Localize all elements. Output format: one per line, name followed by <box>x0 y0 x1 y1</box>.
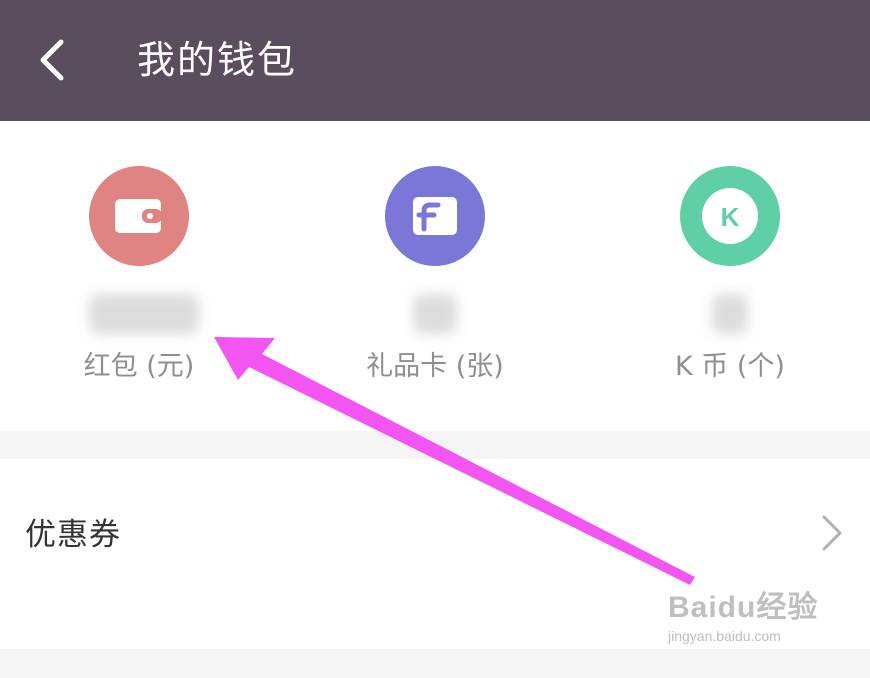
gift-card-count-blurred <box>413 294 457 334</box>
chevron-right-icon <box>822 515 842 551</box>
wallet-item-red-packet[interactable]: 红包 (元) <box>29 166 249 396</box>
k-coin-label: K 币 (个) <box>675 351 785 382</box>
gift-card-label: 礼品卡 (张) <box>366 351 504 382</box>
chevron-left-icon <box>40 39 64 81</box>
wallet-item-gift-card[interactable]: 礼品卡 (张) <box>325 166 545 396</box>
wallet-item-k-coin[interactable]: K K 币 (个) <box>620 166 840 396</box>
svg-text:K: K <box>721 202 740 232</box>
section-divider-bottom <box>0 649 870 678</box>
coupon-label: 优惠券 <box>25 517 121 553</box>
top-app-bar: 我的钱包 <box>0 0 870 121</box>
red-packet-label: 红包 (元) <box>83 351 195 382</box>
k-coin-count-blurred <box>712 294 748 334</box>
back-button[interactable] <box>22 30 82 90</box>
coupon-row[interactable]: 优惠券 <box>0 459 870 649</box>
red-packet-amount-blurred <box>89 294 199 334</box>
section-divider <box>0 431 870 459</box>
page-title: 我的钱包 <box>137 38 298 82</box>
wallet-icon <box>89 166 189 266</box>
gift-card-icon <box>385 166 485 266</box>
wallet-summary: 红包 (元) 礼品卡 (张) K K 币 (个) <box>0 121 870 431</box>
k-coin-icon: K <box>680 166 780 266</box>
